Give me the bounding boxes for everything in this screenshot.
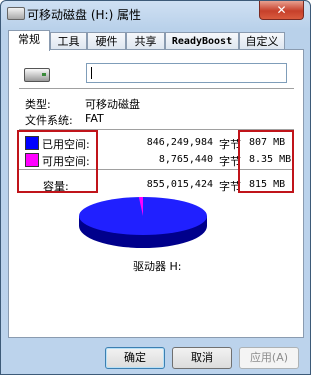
used-space-bytes: 846,249,984 [146,137,213,148]
file-system-value: FAT [85,112,104,125]
drive-name-input[interactable] [86,63,287,83]
close-button[interactable]: ✕ [259,1,304,20]
tab-strip: 常规 工具 硬件 共享 ReadyBoost 自定义 [8,30,304,51]
free-space-bytes: 8,765,440 [158,154,213,165]
apply-button[interactable]: 应用(A) [239,347,299,369]
capacity-bytes: 855,015,424 [146,179,213,190]
window-title: 可移动磁盘 (H:) 属性 [27,8,142,22]
tab-hardware[interactable]: 硬件 [87,32,126,50]
tab-customize[interactable]: 自定义 [239,32,285,50]
highlight-box-sizes [238,130,294,193]
text-caret [91,67,92,79]
general-panel: 类型: 可移动磁盘 文件系统: FAT 已用空间: 846,249,984 字节… [8,49,304,338]
tab-general[interactable]: 常规 [8,30,50,51]
type-label: 类型: [25,98,51,111]
properties-dialog: 可移动磁盘 (H:) 属性 ✕ 常规 工具 硬件 共享 ReadyBoost 自… [0,0,311,375]
type-value: 可移动磁盘 [85,98,140,111]
highlight-box-labels [17,130,98,193]
removable-drive-icon [7,7,25,20]
separator [19,88,294,89]
title-bar[interactable]: 可移动磁盘 (H:) 属性 ✕ [1,1,310,27]
file-system-label: 文件系统: [25,114,73,127]
disk-usage-pie [79,197,207,248]
tab-sharing[interactable]: 共享 [126,32,165,50]
tab-readyboost[interactable]: ReadyBoost [165,32,239,50]
ok-button[interactable]: 确定 [105,347,165,369]
tab-tools[interactable]: 工具 [50,32,87,50]
cancel-button[interactable]: 取消 [172,347,232,369]
removable-drive-icon [24,68,50,82]
drive-caption: 驱动器 H: [133,260,182,273]
